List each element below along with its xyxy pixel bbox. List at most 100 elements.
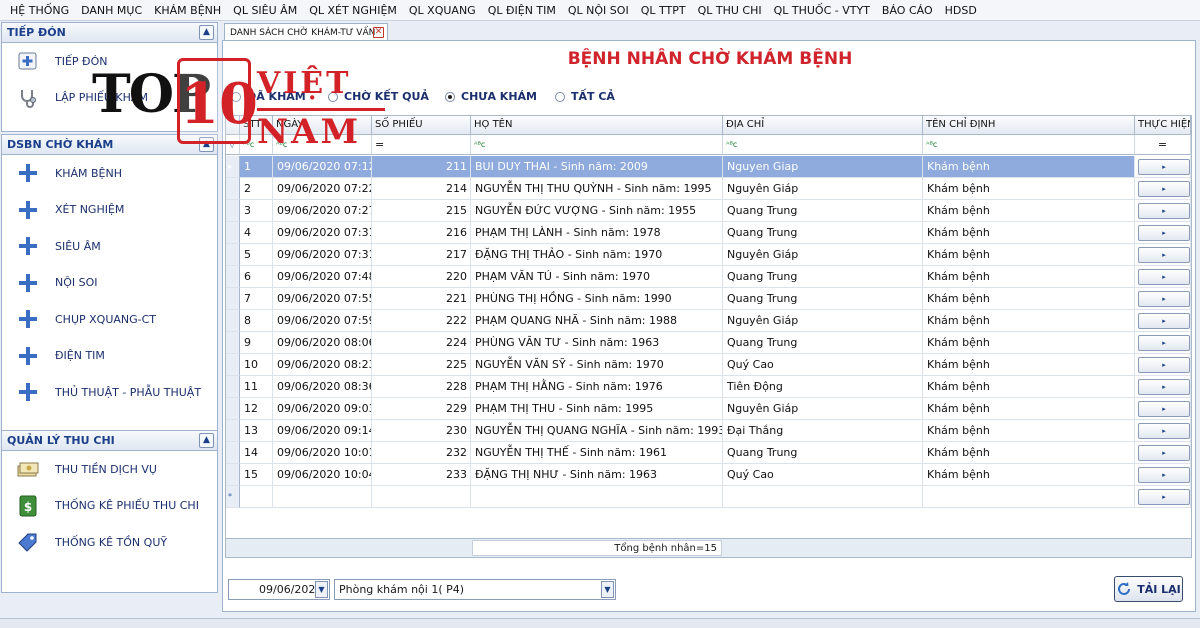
row-action-button[interactable]: ▸	[1138, 181, 1190, 197]
nav-item-dsbn[interactable]: XÉT NGHIỆM	[2, 192, 217, 229]
menu-item[interactable]: QL XQUANG	[403, 4, 482, 17]
row-action-button[interactable]: ▸	[1138, 269, 1190, 285]
nav-item-thong-ke-phieu-thu-chi[interactable]: $ THỐNG KÊ PHIẾU THU CHI	[2, 488, 217, 525]
table-row[interactable]: 12 09/06/2020 09:03 229 PHẠM THỊ THU - Sinh…	[226, 398, 1191, 420]
row-action-button[interactable]: ▸	[1138, 313, 1190, 329]
nav-item-dsbn[interactable]: KHÁM BỆNH	[2, 155, 217, 192]
radio-chua-kham[interactable]: CHƯA KHÁM	[445, 90, 537, 103]
row-action-button[interactable]: ▸	[1138, 247, 1190, 263]
menu-item[interactable]: KHÁM BỆNH	[148, 4, 227, 17]
row-indicator[interactable]	[226, 464, 240, 486]
row-indicator[interactable]	[226, 244, 240, 266]
chevron-down-icon[interactable]: ▼	[315, 581, 328, 598]
table-row[interactable]: 13 09/06/2020 09:14 230 NGUYỄN THỊ QUANG NG…	[226, 420, 1191, 442]
table-cell: 230	[372, 420, 471, 442]
column-header[interactable]: TÊN CHỈ ĐỊNH	[923, 116, 1135, 135]
row-action-button[interactable]: ▸	[1138, 423, 1190, 439]
table-row[interactable]: 4 09/06/2020 07:31 216 PHẠM THỊ LÀNH - Sinh…	[226, 222, 1191, 244]
row-indicator[interactable]	[226, 178, 240, 200]
menu-item[interactable]: QL TTPT	[635, 4, 692, 17]
chevron-down-icon[interactable]: ▼	[601, 581, 614, 598]
nav-item-thu-tien-dich-vu[interactable]: THU TIỀN DỊCH VỤ	[2, 451, 217, 488]
row-indicator[interactable]	[226, 332, 240, 354]
row-indicator[interactable]	[226, 288, 240, 310]
table-cell[interactable]	[471, 486, 723, 508]
menu-item[interactable]: BÁO CÁO	[876, 4, 939, 17]
row-action-button[interactable]: ▸	[1138, 379, 1190, 395]
row-indicator[interactable]: ▸	[226, 156, 240, 178]
table-row[interactable]: 9 09/06/2020 08:06 224 PHÙNG VĂN TƯ - Sinh …	[226, 332, 1191, 354]
group-header-tiep-don[interactable]: TIẾP ĐÓN ▲	[2, 23, 217, 43]
table-row[interactable]: 5 09/06/2020 07:31 217 ĐẶNG THỊ THẢO - Sinh…	[226, 244, 1191, 266]
nav-item-dsbn[interactable]: ĐIỆN TIM	[2, 338, 217, 375]
row-indicator[interactable]	[226, 398, 240, 420]
menu-item[interactable]: QL ĐIỆN TIM	[482, 4, 562, 17]
row-indicator[interactable]	[226, 222, 240, 244]
table-cell[interactable]	[723, 486, 923, 508]
filter-cell[interactable]: ᴬᴮc	[723, 135, 923, 155]
menu-item[interactable]: QL THUỐC - VTYT	[768, 4, 876, 17]
close-icon[interactable]: ✕	[373, 27, 384, 38]
row-action-button[interactable]: ▸	[1138, 203, 1190, 219]
row-action-button[interactable]: ▸	[1138, 489, 1190, 505]
row-action-button[interactable]: ▸	[1138, 445, 1190, 461]
filter-cell[interactable]: =	[1135, 135, 1191, 155]
row-action-button[interactable]: ▸	[1138, 291, 1190, 307]
menu-bar: HỆ THỐNG DANH MỤC KHÁM BỆNH QL SIÊU ÂM QL XÉ…	[0, 0, 1200, 21]
date-picker[interactable]: 09/06/2020 ▼	[228, 579, 330, 600]
table-cell[interactable]	[273, 486, 372, 508]
row-action-button[interactable]: ▸	[1138, 159, 1190, 175]
menu-item[interactable]: DANH MỤC	[75, 4, 148, 17]
table-cell[interactable]	[240, 486, 273, 508]
row-action-button[interactable]: ▸	[1138, 401, 1190, 417]
group-header-thu-chi[interactable]: QUẢN LÝ THU CHI ▲	[2, 431, 217, 451]
nav-item-dsbn[interactable]: SIÊU ÂM	[2, 228, 217, 265]
menu-item[interactable]: QL THU CHI	[692, 4, 768, 17]
table-row[interactable]: 10 09/06/2020 08:23 225 NGUYỄN VĂN SỸ - Sin…	[226, 354, 1191, 376]
row-indicator[interactable]	[226, 420, 240, 442]
filter-cell[interactable]: ᴬᴮc	[471, 135, 723, 155]
table-row[interactable]: 11 09/06/2020 08:36 228 PHẠM THỊ HẰNG - Sin…	[226, 376, 1191, 398]
menu-item[interactable]: QL XÉT NGHIỆM	[303, 4, 403, 17]
table-row[interactable]: 14 09/06/2020 10:01 232 NGUYỄN THỊ THẾ - Si…	[226, 442, 1191, 464]
table-row[interactable]: 6 09/06/2020 07:48 220 PHẠM VĂN TÚ - Sinh n…	[226, 266, 1191, 288]
column-header[interactable]: THỰC HIỆN	[1135, 116, 1191, 135]
table-cell[interactable]	[372, 486, 471, 508]
new-row[interactable]: * ▸	[226, 486, 1191, 508]
nav-item-dsbn[interactable]: NỘI SOI	[2, 265, 217, 302]
row-indicator[interactable]	[226, 354, 240, 376]
table-row[interactable]: 8 09/06/2020 07:59 222 PHẠM QUANG NHÃ - Sin…	[226, 310, 1191, 332]
table-row[interactable]: 7 09/06/2020 07:55 221 PHÙNG THỊ HỒNG - Sin…	[226, 288, 1191, 310]
table-row[interactable]: 15 09/06/2020 10:04 233 ĐẶNG THỊ NHƯ - Sinh…	[226, 464, 1191, 486]
radio-tat-ca[interactable]: TẤT CẢ	[555, 90, 615, 103]
menu-item[interactable]: QL SIÊU ÂM	[227, 4, 303, 17]
nav-item-dsbn[interactable]: THỦ THUẬT - PHẪU THUẬT	[2, 374, 217, 411]
reload-button[interactable]: TẢI LẠI	[1114, 576, 1183, 602]
collapse-icon[interactable]: ▲	[199, 433, 214, 448]
tab-danh-sach-cho-kham[interactable]: DANH SÁCH CHỜ KHÁM-TƯ VẤN ✕	[224, 23, 388, 41]
row-indicator[interactable]	[226, 266, 240, 288]
money-icon	[16, 457, 40, 481]
row-indicator[interactable]	[226, 442, 240, 464]
row-indicator[interactable]	[226, 376, 240, 398]
table-row[interactable]: 3 09/06/2020 07:27 215 NGUYỄN ĐỨC VƯỢNG - S…	[226, 200, 1191, 222]
row-action-button[interactable]: ▸	[1138, 335, 1190, 351]
room-select[interactable]: Phòng khám nội 1( P4) ▼	[334, 579, 616, 600]
row-action-button[interactable]: ▸	[1138, 225, 1190, 241]
nav-item-dsbn[interactable]: CHỤP XQUANG-CT	[2, 301, 217, 338]
row-action-button[interactable]: ▸	[1138, 357, 1190, 373]
row-indicator[interactable]	[226, 200, 240, 222]
menu-item[interactable]: HỆ THỐNG	[4, 4, 75, 17]
row-action-button[interactable]: ▸	[1138, 467, 1190, 483]
nav-item-thong-ke-ton-quy[interactable]: THỐNG KÊ TỒN QUỸ	[2, 524, 217, 561]
table-row[interactable]: ▸ 1 09/06/2020 07:12 211 BUI DUY THAI - Sinh…	[226, 156, 1191, 178]
menu-item[interactable]: QL NỘI SOI	[562, 4, 635, 17]
column-header[interactable]: ĐỊA CHỈ	[723, 116, 923, 135]
column-header[interactable]: HỌ TÊN	[471, 116, 723, 135]
table-cell[interactable]	[923, 486, 1135, 508]
collapse-icon[interactable]: ▲	[199, 25, 214, 40]
menu-item[interactable]: HDSD	[939, 4, 983, 17]
row-indicator[interactable]	[226, 310, 240, 332]
table-row[interactable]: 2 09/06/2020 07:22 214 NGUYỄN THỊ THU QUỲNH…	[226, 178, 1191, 200]
filter-cell[interactable]: ᴬᴮc	[923, 135, 1135, 155]
